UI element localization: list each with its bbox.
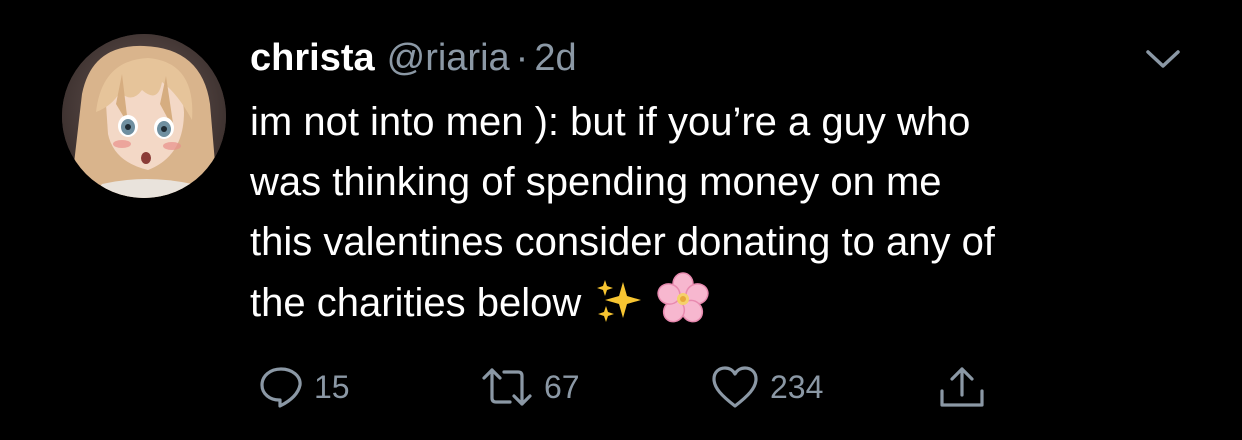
retweet-icon (482, 368, 532, 406)
tweet-text: im not into men ): but if you’re a guy w… (250, 92, 1210, 341)
user-handle[interactable]: @riaria (387, 34, 510, 82)
reply-icon (260, 367, 302, 408)
heart-icon (712, 366, 758, 408)
reply-count: 15 (314, 368, 350, 405)
tweet-actions: 15 67 234 (0, 362, 1242, 412)
cherry-blossom-emoji (657, 272, 709, 341)
avatar-image (62, 34, 226, 198)
separator-dot: · (515, 37, 529, 79)
chevron-down-icon[interactable] (1142, 44, 1184, 74)
tweet-line: the charities below (250, 281, 582, 325)
tweet[interactable]: christa @riaria · 2d im not into men ): … (0, 0, 1242, 440)
reply-button[interactable]: 15 (258, 362, 350, 412)
avatar[interactable] (62, 34, 226, 198)
like-button[interactable]: 234 (710, 362, 823, 412)
tweet-line: was thinking of spending money on me (250, 160, 942, 204)
tweet-line: this valentines consider donating to any… (250, 220, 995, 264)
retweet-count: 67 (544, 368, 580, 405)
like-count: 234 (770, 368, 824, 405)
share-button[interactable] (936, 362, 988, 412)
tweet-line: im not into men ): but if you’re a guy w… (250, 100, 971, 144)
timestamp[interactable]: 2d (534, 34, 576, 82)
retweet-button[interactable]: 67 (480, 362, 580, 412)
display-name[interactable]: christa (250, 34, 375, 82)
share-icon (940, 367, 984, 407)
tweet-header: christa @riaria · 2d (250, 34, 577, 82)
sparkles-emoji (595, 276, 643, 341)
tweet-line-last: the charities below (250, 272, 1210, 341)
